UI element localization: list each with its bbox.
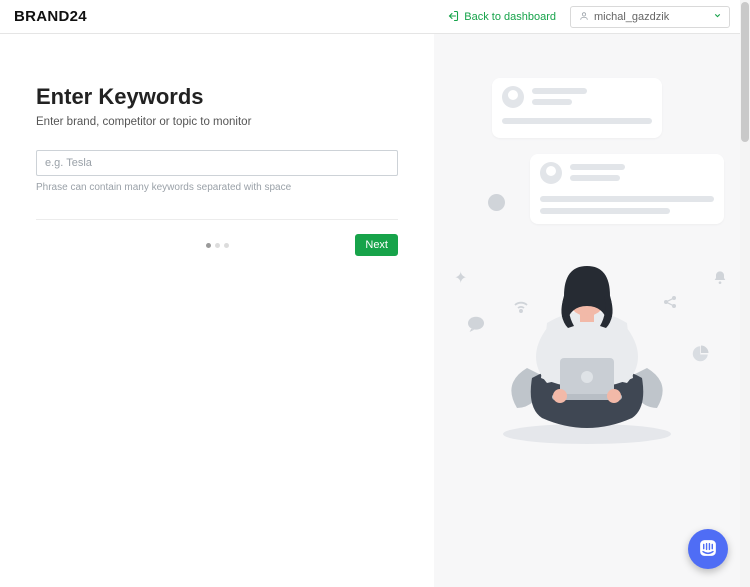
step-dot-1 bbox=[206, 243, 211, 248]
back-link-label: Back to dashboard bbox=[464, 11, 556, 23]
plus-icon: ✦ bbox=[454, 268, 467, 288]
scrollbar-thumb[interactable] bbox=[741, 2, 749, 142]
app-header: BRAND24 Back to dashboard bbox=[0, 0, 750, 34]
step-dot-3 bbox=[224, 243, 229, 248]
page-title: Enter Keywords bbox=[36, 84, 398, 110]
pie-chart-icon bbox=[692, 344, 710, 365]
intercom-icon bbox=[698, 538, 718, 561]
speech-bubble-icon bbox=[492, 78, 662, 138]
page-scrollbar[interactable] bbox=[740, 0, 750, 587]
logout-icon bbox=[447, 10, 459, 25]
illustration-pane: ✦ bbox=[434, 34, 740, 587]
intercom-launcher-button[interactable] bbox=[688, 529, 728, 569]
input-help-text: Phrase can contain many keywords separat… bbox=[36, 182, 398, 193]
user-dropdown[interactable]: michal_gazdzik bbox=[570, 6, 730, 28]
bell-icon bbox=[712, 270, 728, 289]
page-subtitle: Enter brand, competitor or topic to moni… bbox=[36, 116, 398, 128]
step-progress-dots bbox=[206, 243, 229, 248]
brand-logo: BRAND24 bbox=[14, 8, 87, 25]
person-illustration bbox=[482, 238, 692, 448]
wizard-pane: Enter Keywords Enter brand, competitor o… bbox=[0, 34, 434, 587]
back-to-dashboard-link[interactable]: Back to dashboard bbox=[447, 10, 556, 25]
next-button[interactable]: Next bbox=[355, 234, 398, 256]
chevron-down-icon bbox=[713, 11, 722, 23]
user-icon bbox=[579, 11, 589, 24]
telegram-icon bbox=[488, 194, 505, 211]
username-label: michal_gazdzik bbox=[594, 11, 669, 23]
speech-bubble-icon bbox=[530, 154, 724, 224]
keywords-input[interactable] bbox=[36, 150, 398, 176]
step-dot-2 bbox=[215, 243, 220, 248]
